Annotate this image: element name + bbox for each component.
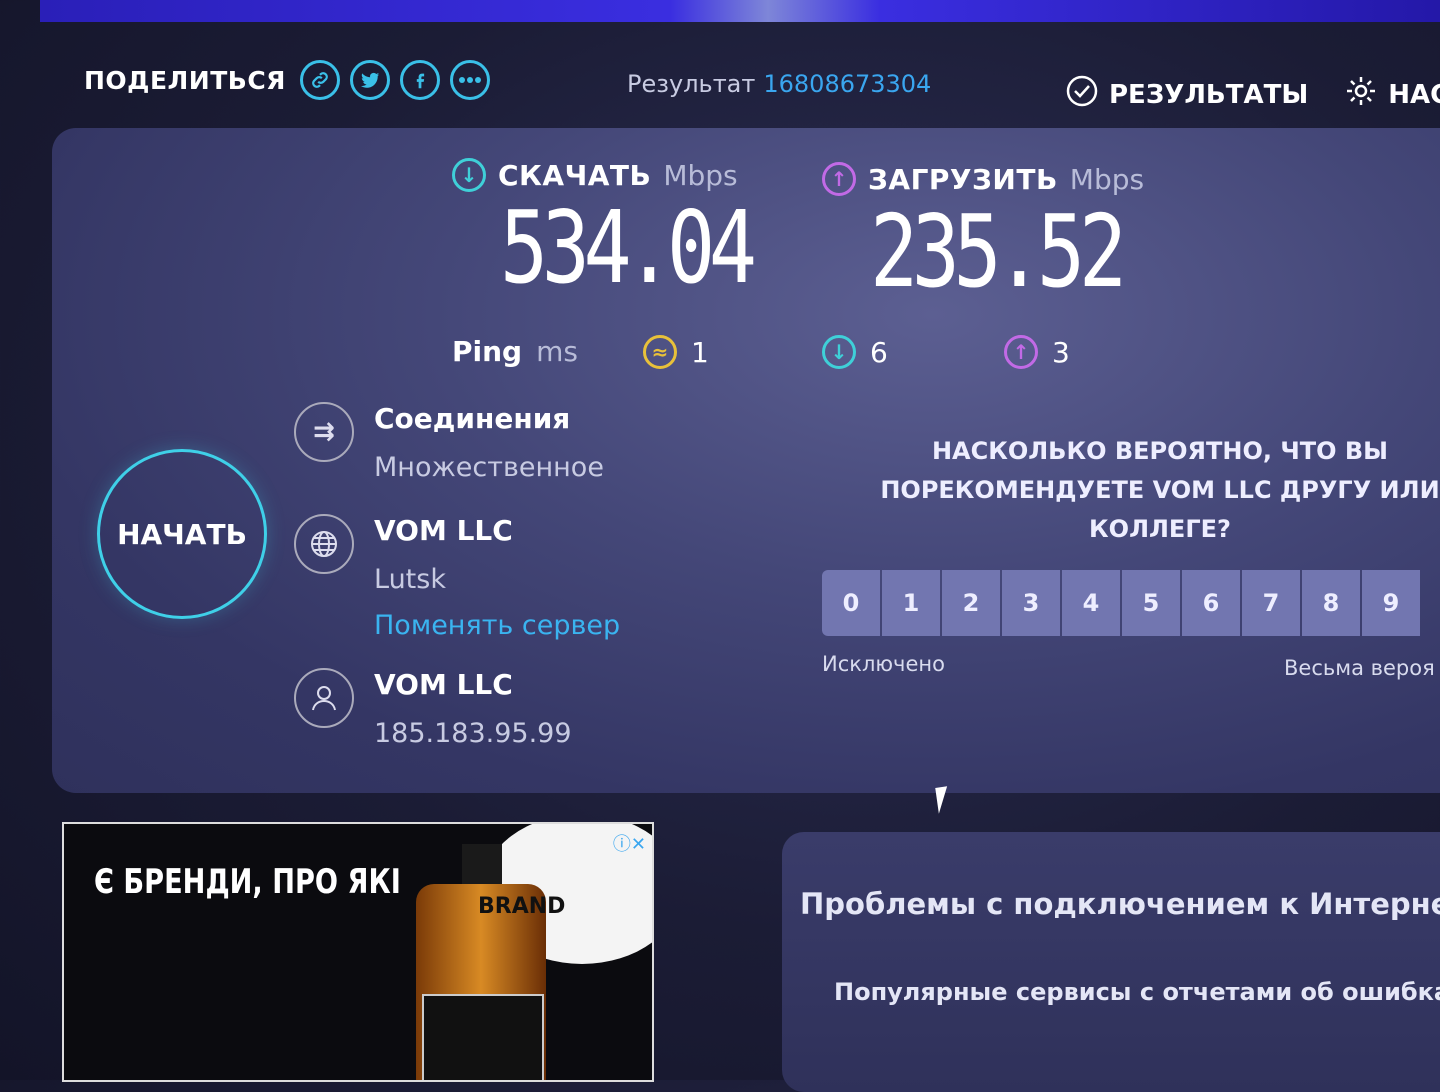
ping-idle-value: 1 [691, 335, 709, 369]
twitter-icon[interactable] [349, 60, 390, 100]
scale-option[interactable]: 0 [822, 570, 880, 636]
ping-upload-value: 3 [1052, 335, 1070, 369]
survey-question: НАСКОЛЬКО ВЕРОЯТНО, ЧТО ВЫ ПОРЕКОМЕНДУЕТ… [880, 437, 1440, 543]
ping-icon: ≈ [643, 335, 677, 369]
more-icon[interactable] [449, 60, 490, 100]
settings-nav-button[interactable]: НАСТ [1344, 74, 1440, 115]
upload-latency-icon: ↑ [1004, 335, 1038, 369]
server-name: VOM LLC [374, 514, 513, 547]
download-block: ↓ СКАЧАТЬ Mbps 534.04 [452, 158, 813, 298]
globe-icon [294, 514, 354, 574]
download-value: 534.04 [500, 189, 757, 306]
scale-option[interactable]: 8 [1302, 570, 1360, 636]
result-label: Результат [627, 70, 756, 98]
ad-brand-text: BRAND [478, 894, 566, 919]
ping-download-value: 6 [870, 335, 888, 369]
ad-headline: Є БРЕНДИ, ПРО ЯКІ [94, 862, 401, 902]
ping-row: Ping ms [452, 335, 578, 368]
download-latency-icon: ↓ [822, 335, 856, 369]
start-button[interactable]: НАЧАТЬ [97, 449, 267, 619]
help-title: Проблемы с подключением к Интернет? [800, 887, 1440, 921]
upload-label: ЗАГРУЗИТЬ [868, 162, 1058, 196]
scale-option[interactable]: 5 [1122, 570, 1180, 636]
change-server-link[interactable]: Поменять сервер [374, 610, 620, 641]
scale-option[interactable]: 2 [942, 570, 1000, 636]
results-nav-label: РЕЗУЛЬТАТЫ [1109, 79, 1309, 110]
help-card: Проблемы с подключением к Интернет? Попу… [782, 832, 1440, 1092]
facebook-icon[interactable] [399, 60, 440, 100]
result-number[interactable]: 16808673304 [763, 70, 931, 98]
survey-scale: 0 1 2 3 4 5 6 7 8 9 [822, 570, 1420, 636]
download-label: СКАЧАТЬ [498, 158, 652, 192]
provider-ip: 185.183.95.99 [374, 718, 572, 749]
scale-option[interactable]: 1 [882, 570, 940, 636]
result-id: Результат 16808673304 [627, 70, 931, 98]
check-circle-icon [1065, 74, 1099, 115]
download-icon: ↓ [452, 158, 486, 192]
ping-download: ↓ 6 [822, 335, 888, 369]
upload-value: 235.52 [870, 193, 1127, 310]
upload-unit: Mbps [1069, 162, 1145, 196]
ping-idle: ≈ 1 [643, 335, 709, 369]
link-icon[interactable] [299, 60, 340, 100]
ad-close-icon[interactable]: ⓘ✕ [613, 830, 646, 856]
share-bar: ПОДЕЛИТЬСЯ [84, 60, 490, 100]
connections-value: Множественное [374, 452, 604, 483]
ping-upload: ↑ 3 [1004, 335, 1070, 369]
top-banner [40, 0, 1440, 22]
ping-unit: ms [536, 335, 578, 368]
provider-name: VOM LLC [374, 668, 513, 701]
scale-option[interactable]: 7 [1242, 570, 1300, 636]
share-label: ПОДЕЛИТЬСЯ [84, 65, 286, 95]
gear-icon [1344, 74, 1378, 115]
advertisement[interactable]: Є БРЕНДИ, ПРО ЯКІ ⓘ✕ [62, 822, 654, 1082]
settings-nav-label: НАСТ [1388, 79, 1440, 110]
download-unit: Mbps [663, 158, 738, 192]
scale-option[interactable]: 4 [1062, 570, 1120, 636]
bottle-label [422, 994, 544, 1080]
scale-high-label: Весьма вероя [1284, 656, 1435, 680]
top-nav: РЕЗУЛЬТАТЫ НАСТ [1065, 74, 1440, 115]
scale-option[interactable]: 9 [1362, 570, 1420, 636]
user-icon [294, 668, 354, 728]
upload-icon: ↑ [822, 162, 856, 196]
scale-option[interactable]: 3 [1002, 570, 1060, 636]
connections-icon: ⇉ [294, 402, 354, 462]
server-city: Lutsk [374, 564, 446, 595]
scale-option[interactable]: 6 [1182, 570, 1240, 636]
upload-block: ↑ ЗАГРУЗИТЬ Mbps 235.52 [822, 162, 1183, 302]
ping-label: Ping [452, 335, 523, 368]
connections-title: Соединения [374, 402, 571, 435]
help-subtitle: Популярные сервисы с отчетами об ошибках [834, 978, 1440, 1006]
scale-low-label: Исключено [822, 652, 945, 676]
results-nav-button[interactable]: РЕЗУЛЬТАТЫ [1065, 74, 1308, 115]
